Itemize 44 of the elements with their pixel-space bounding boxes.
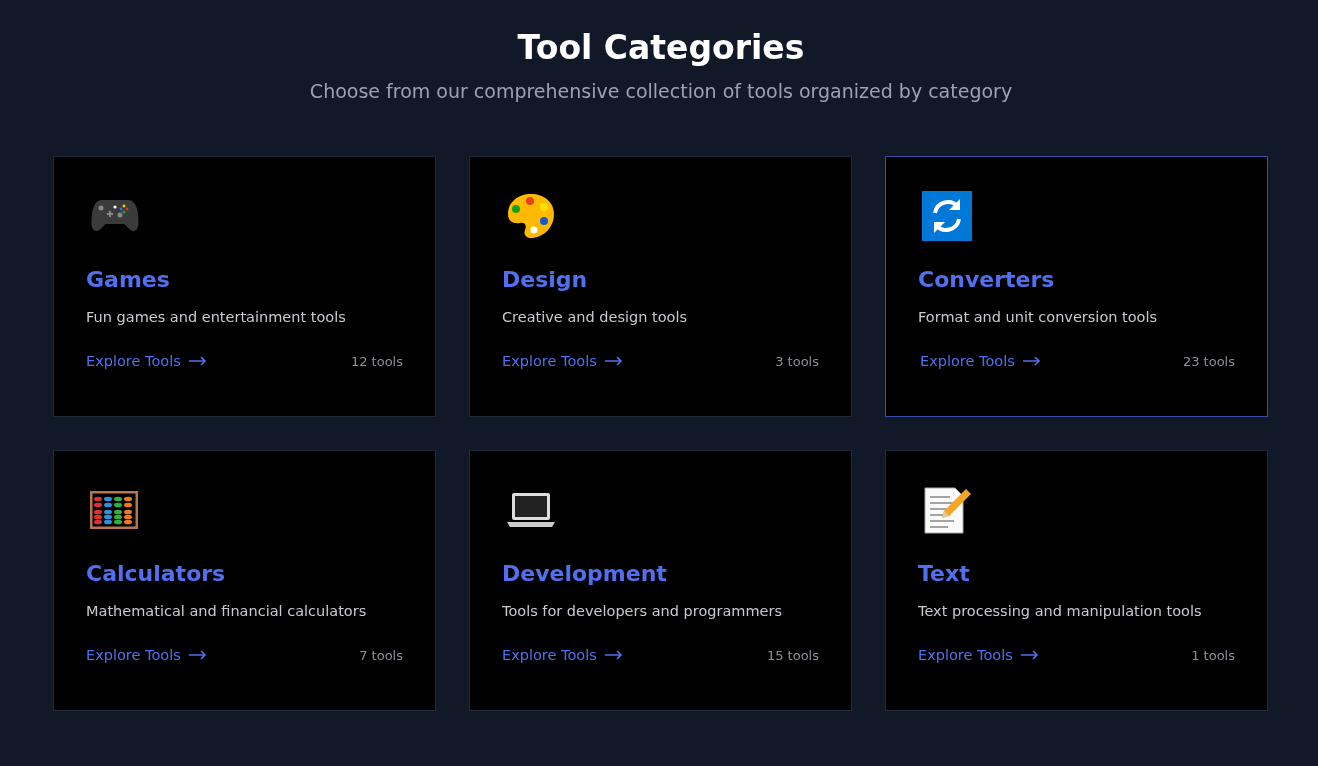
arrow-right-icon [188, 650, 207, 660]
explore-tools-link[interactable]: Explore Tools [920, 353, 1041, 369]
abacus-icon [90, 491, 138, 529]
category-title: Development [502, 560, 668, 588]
tool-count: 15 tools [766, 647, 819, 663]
category-title: Games [86, 266, 171, 294]
category-card[interactable]: Games Fun games and entertainment tools Explore Tools 12 tools [53, 156, 436, 417]
memo-icon [922, 485, 972, 535]
explore-tools-link[interactable]: Explore Tools [502, 353, 623, 369]
tool-count: 3 tools [775, 353, 819, 369]
category-card[interactable]: Converters Format and unit conversion tools Explore Tools 23 tools [885, 156, 1268, 417]
arrow-right-icon [604, 356, 623, 366]
laptop-icon [506, 492, 556, 528]
category-description: Creative and design tools [502, 309, 688, 325]
arrow-right-icon [1022, 356, 1041, 366]
page-title: Tool Categories [517, 27, 805, 69]
page-subtitle: Choose from our comprehensive collection of tools organized by category [309, 80, 1013, 102]
category-card[interactable]: Design Creative and design tools Explore Tools 3 tools [469, 156, 852, 417]
category-description: Tools for developers and programmers [502, 603, 783, 619]
category-card[interactable]: Development Tools for developers and programmers Explore Tools 15 tools [469, 450, 852, 711]
explore-tools-link[interactable]: Explore Tools [918, 647, 1039, 663]
category-title: Design [502, 266, 589, 294]
category-description: Mathematical and financial calculators [86, 603, 368, 619]
arrow-right-icon [604, 650, 623, 660]
sync-icon [922, 191, 972, 241]
arrow-right-icon [1020, 650, 1039, 660]
explore-tools-link[interactable]: Explore Tools [502, 647, 623, 663]
category-title: Text [918, 560, 971, 588]
category-title: Calculators [86, 560, 227, 588]
gamepad-icon [90, 198, 140, 234]
category-card[interactable]: Calculators Mathematical and financial calculators Explore Tools 7 tools [53, 450, 436, 711]
tool-count: 1 tools [1191, 647, 1235, 663]
category-description: Fun games and entertainment tools [86, 309, 347, 325]
category-title: Converters [918, 266, 1056, 294]
category-description: Format and unit conversion tools [918, 309, 1159, 325]
tool-count: 12 tools [350, 353, 403, 369]
category-description: Text processing and manipulation tools [918, 603, 1203, 619]
tool-count: 23 tools [1182, 353, 1235, 369]
explore-tools-link[interactable]: Explore Tools [86, 353, 207, 369]
tool-count: 7 tools [359, 647, 403, 663]
palette-icon [506, 192, 556, 240]
explore-tools-link[interactable]: Explore Tools [86, 647, 207, 663]
category-card[interactable]: Text Text processing and manipulation tools Explore Tools 1 tools [885, 450, 1268, 711]
arrow-right-icon [188, 356, 207, 366]
